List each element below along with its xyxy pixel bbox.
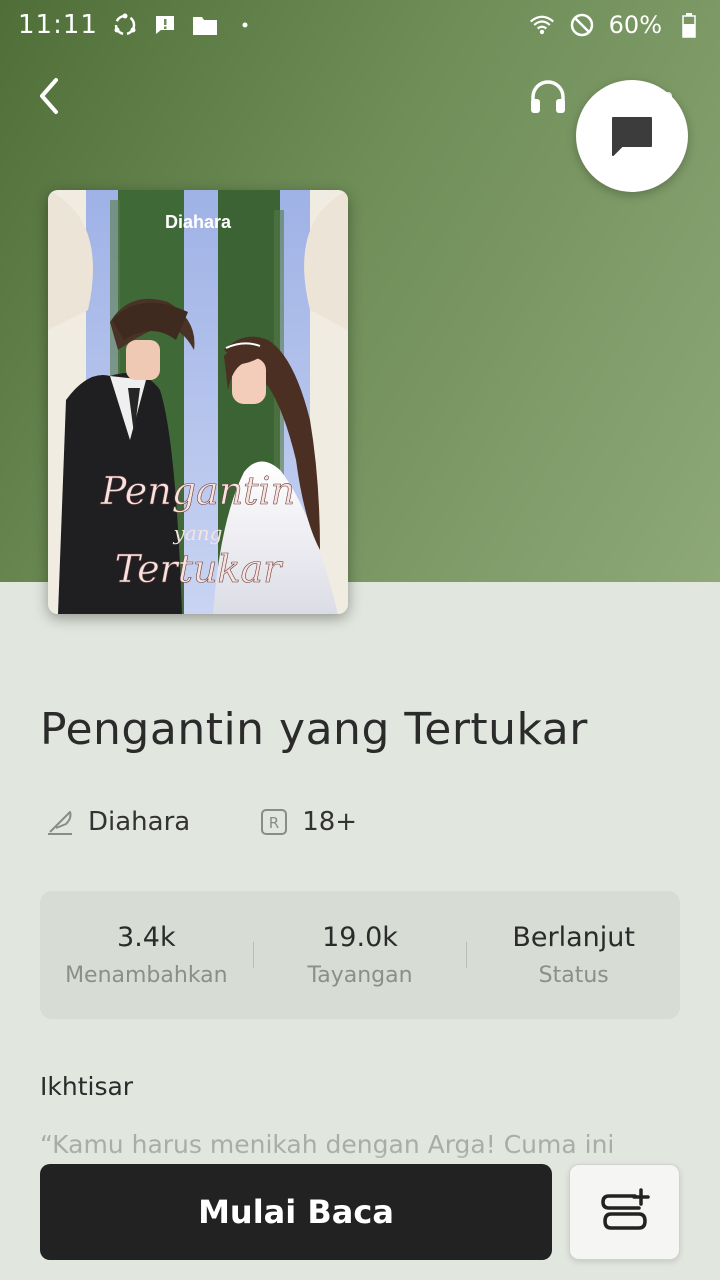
status-bar: 11:11 60% [0, 0, 720, 50]
svg-text:R: R [269, 814, 279, 832]
cover-title-line3: Tertukar [115, 547, 284, 591]
stat-added: 3.4k Menambahkan [40, 922, 253, 988]
battery-icon [676, 12, 702, 38]
add-to-library-icon [600, 1188, 650, 1230]
cover-title-line1: Pengantin [100, 469, 295, 513]
book-title: Pengantin yang Tertukar [40, 704, 588, 755]
sync-icon [112, 12, 138, 38]
cover-author: Diahara [165, 212, 232, 232]
rating-info: R 18+ [260, 807, 357, 837]
headphones-icon [531, 80, 565, 113]
stat-label: Status [538, 963, 609, 988]
audio-button[interactable] [524, 72, 572, 120]
stat-status: Berlanjut Status [467, 922, 680, 988]
author-name: Diahara [88, 807, 191, 837]
stat-value: 19.0k [322, 922, 398, 953]
start-reading-button[interactable]: Mulai Baca [40, 1164, 552, 1260]
book-cover[interactable]: Diahara Pengantin yang Tertukar [48, 190, 348, 614]
stat-views: 19.0k Tayangan [254, 922, 467, 988]
battery-percent: 60% [608, 11, 662, 39]
do-not-disturb-icon [569, 12, 595, 38]
age-rating: 18+ [302, 807, 358, 837]
add-to-library-button[interactable] [569, 1164, 680, 1260]
wifi-icon [529, 12, 555, 38]
status-time: 11:11 [18, 10, 98, 40]
summary-title: Ikhtisar [40, 1072, 134, 1101]
stat-label: Menambahkan [65, 963, 228, 988]
alert-icon [152, 12, 178, 38]
quill-icon [48, 811, 72, 835]
chevron-left-icon [40, 78, 58, 114]
chat-button[interactable] [576, 80, 688, 192]
folder-icon [192, 12, 218, 38]
stat-label: Tayangan [307, 963, 413, 988]
dot-icon [232, 12, 258, 38]
author-info[interactable]: Diahara [46, 807, 190, 837]
stat-value: Berlanjut [512, 922, 635, 953]
cover-title-line2: yang [173, 521, 223, 545]
book-meta: Diahara R 18+ [46, 802, 357, 842]
back-button[interactable] [28, 70, 72, 122]
chat-bubble-icon [612, 117, 652, 156]
r-badge-icon: R [261, 809, 288, 835]
stat-value: 3.4k [117, 922, 176, 953]
stats-panel: 3.4k Menambahkan 19.0k Tayangan Berlanju… [40, 891, 680, 1019]
